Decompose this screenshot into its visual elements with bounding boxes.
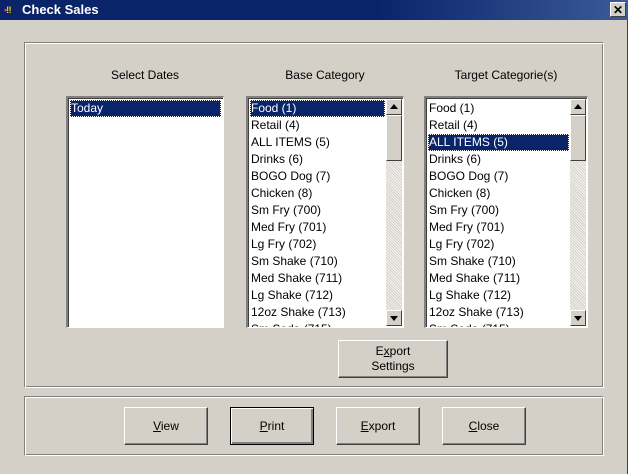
dates-listbox[interactable]: Today [66,96,224,328]
scroll-up-button[interactable] [570,99,586,115]
export-settings-button[interactable]: Export Settings [338,340,448,378]
target-categories-label: Target Categorie(s) [454,68,558,82]
list-item[interactable]: Drinks (6) [428,151,569,168]
list-item[interactable]: Sm Fry (700) [428,202,569,219]
list-item[interactable]: Retail (4) [250,117,385,134]
title-bar[interactable]: •‼ Check Sales ✕ [0,0,628,20]
list-item[interactable]: Lg Shake (712) [428,287,569,304]
list-item[interactable]: BOGO Dog (7) [428,168,569,185]
list-item[interactable]: Food (1) [250,100,385,117]
export-settings-line2: Settings [371,359,415,373]
app-icon: •‼ [4,5,12,15]
base-scrollbar[interactable] [386,99,402,326]
check-sales-window: •‼ Check Sales ✕ Select Dates Base Categ… [0,0,628,474]
list-item[interactable]: Today [70,100,221,117]
list-item[interactable]: BOGO Dog (7) [250,168,385,185]
list-item[interactable]: Retail (4) [428,117,569,134]
list-item[interactable]: Lg Shake (712) [250,287,385,304]
arrow-down-icon [390,316,398,321]
list-item[interactable]: 12oz Shake (713) [428,304,569,321]
list-item[interactable]: Chicken (8) [250,185,385,202]
list-item[interactable]: Sm Fry (700) [250,202,385,219]
select-dates-label: Select Dates [110,68,180,82]
arrow-down-icon [574,316,582,321]
window-title: Check Sales [22,2,99,17]
print-button[interactable]: Print [230,407,314,445]
base-category-listbox[interactable]: Food (1) Retail (4) ALL ITEMS (5) Drinks (6… [246,96,404,328]
list-item[interactable]: ALL ITEMS (5) [428,134,569,151]
list-item[interactable]: Sm Shake (710) [428,253,569,270]
arrow-up-icon [390,104,398,109]
target-categories-listbox[interactable]: Food (1) Retail (4) ALL ITEMS (5) Drinks (6… [424,96,588,328]
list-item[interactable]: Sm Soda (715) [250,321,385,327]
scroll-thumb[interactable] [386,115,402,161]
scroll-thumb[interactable] [570,115,586,161]
list-item[interactable]: Med Fry (701) [250,219,385,236]
list-item[interactable]: Chicken (8) [428,185,569,202]
list-item[interactable]: Med Shake (711) [428,270,569,287]
list-item[interactable]: 12oz Shake (713) [250,304,385,321]
scroll-down-button[interactable] [386,310,402,326]
list-item[interactable]: Med Fry (701) [428,219,569,236]
list-item[interactable]: Med Shake (711) [250,270,385,287]
list-item[interactable]: Lg Fry (702) [250,236,385,253]
close-button[interactable]: Close [442,407,526,445]
close-icon[interactable]: ✕ [610,2,626,17]
scroll-down-button[interactable] [570,310,586,326]
list-item[interactable]: Drinks (6) [250,151,385,168]
arrow-up-icon [574,104,582,109]
target-scrollbar[interactable] [570,99,586,326]
list-item[interactable]: ALL ITEMS (5) [250,134,385,151]
list-item[interactable]: Food (1) [428,100,569,117]
list-item[interactable]: Sm Shake (710) [250,253,385,270]
list-item[interactable]: Sm Soda (715) [428,321,569,327]
export-settings-line1: Export [375,344,411,358]
base-category-label: Base Category [285,68,365,82]
list-item[interactable]: Lg Fry (702) [428,236,569,253]
scroll-up-button[interactable] [386,99,402,115]
export-button[interactable]: Export [336,407,420,445]
view-button[interactable]: View [124,407,208,445]
